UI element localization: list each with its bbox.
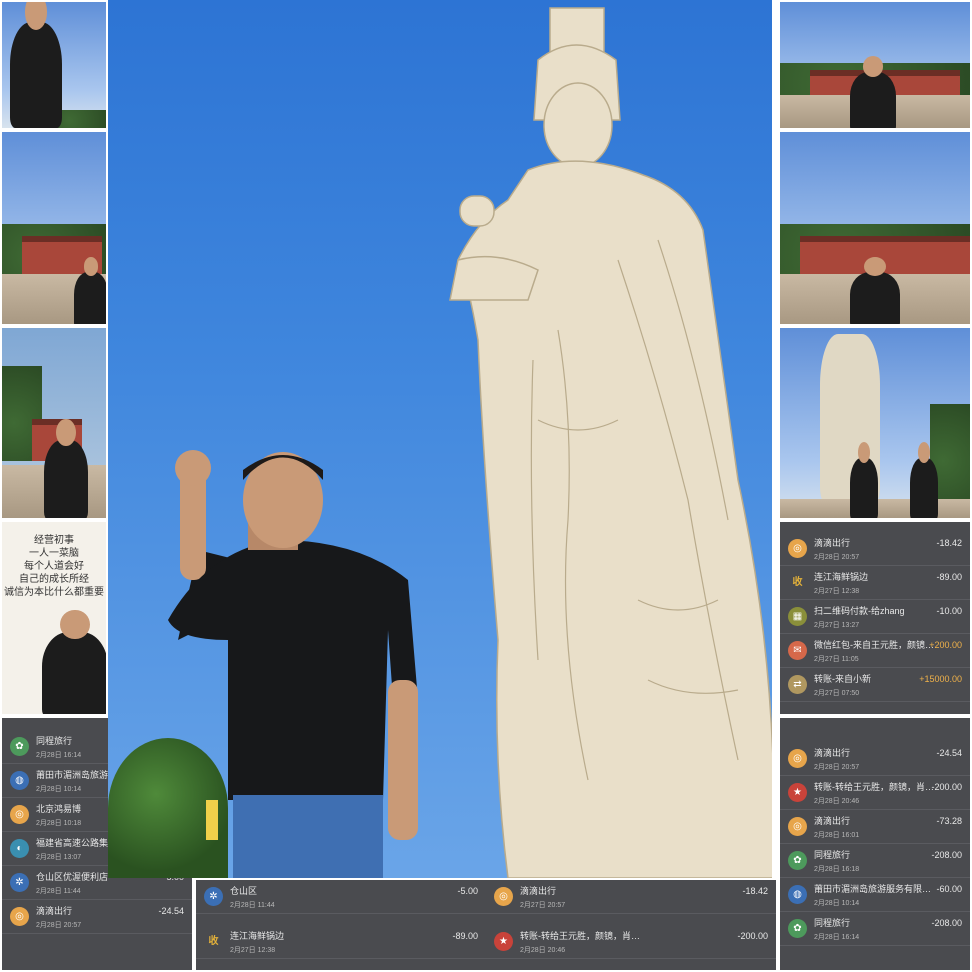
list-item: ⇄ 转账-来自小新 2月27日 07:50 +15000.00 [780,668,970,702]
shop-icon: ✲ [204,887,223,906]
note-line: 一人一菜脑 [29,548,79,559]
man-raising-fist [168,450,418,878]
didi-icon: ◎ [10,805,29,824]
didi-icon: ◎ [10,907,29,926]
list-item: ◎ 滴滴出行 2月28日 20:57 -24.54 [2,900,192,934]
list-item: 收 连江海鲜锅边 2月27日 12:38 -89.00 [196,925,486,959]
transfer-icon: ★ [494,932,513,951]
list-item: ◎ 滴滴出行 2月27日 20:57 -18.42 [486,880,776,914]
note-line: 每个人道会好 [24,561,84,572]
transfer-icon: ⇄ [788,675,807,694]
thumb-photo-street [0,326,108,520]
list-item: ◍ 莆田市湄洲岛旅游服务有限公司 2月28日 10:14 -60.00 [780,878,970,912]
qr-icon: ▦ [788,607,807,626]
payment-ledger-right-bottom: ◎ 滴滴出行 2月28日 20:57 -24.54 ★ 转账-转给王元胜，颜镜，… [778,716,972,972]
thumb-photo-temple-1 [0,130,108,326]
payment-ledger-right: ◎ 滴滴出行 2月28日 20:57 -18.42 收 连江海鲜锅边 2月27日… [778,520,972,716]
list-item: ★ 转账-转给王元胜，颜镜，肖腰，肖 2月28日 20:46 -200.00 [780,776,970,810]
list-item: ★ 转账-转给王元胜，颜镜，肖腰... 2月28日 20:46 -200.00 [486,925,776,959]
list-item: ◎ 滴滴出行 2月28日 16:01 -73.28 [780,810,970,844]
list-item: 收 连江海鲜锅边 2月27日 12:38 -89.00 [780,566,970,600]
main-photo [108,0,772,878]
putian-icon: ◍ [10,771,29,790]
didi-icon: ◎ [788,749,807,768]
note-line: 诚信为本比什么都重要 [4,587,104,598]
thumb-photo-man-top [0,0,108,130]
mazu-statue [449,7,772,878]
putian-icon: ◍ [788,885,807,904]
shou-icon: 收 [792,577,803,588]
tongcheng-icon: ✿ [788,919,807,938]
list-item: ✿ 同程旅行 2月28日 16:18 -208.00 [780,844,970,878]
hongbao-icon: ✉ [788,641,807,660]
note-line: 自己的成长所经 [19,574,89,585]
shou-icon: 收 [208,936,219,947]
thumb-photo-temple-2 [778,0,972,130]
shop-icon: ✲ [10,873,29,892]
thumb-photo-temple-3 [778,130,972,326]
list-item: ✲ 仓山区 2月28日 11:44 -5.00 [196,880,486,914]
didi-icon: ◎ [788,539,807,558]
list-item: ▦ 扫二维码付款-给zhang 2月27日 13:27 -10.00 [780,600,970,634]
thumb-photo-statue [778,326,972,520]
didi-icon: ◎ [788,817,807,836]
didi-icon: ◎ [494,887,513,906]
note-line: 经营初事 [34,535,74,546]
highway-icon: ◐ [10,839,29,858]
list-item: ✉ 微信红包-来自王元胜，颜镜，肖... 2月27日 11:05 +200.00 [780,634,970,668]
list-item: ◎ 滴滴出行 2月28日 20:57 -24.54 [780,742,970,776]
list-item: ◎ 滴滴出行 2月28日 20:57 -18.42 [780,532,970,566]
tongcheng-icon: ✿ [10,737,29,756]
thumb-note-card: 经营初事 一人一菜脑 每个人道会好 自己的成长所经 诚信为本比什么都重要 [0,520,108,716]
tongcheng-icon: ✿ [788,851,807,870]
transfer-icon: ★ [788,783,807,802]
payment-ledger-bottom: ✲ 仓山区 2月28日 11:44 -5.00 ◎ 滴滴出行 2月27日 20:… [194,878,778,972]
list-item: ✿ 同程旅行 2月28日 16:14 -208.00 [780,912,970,946]
